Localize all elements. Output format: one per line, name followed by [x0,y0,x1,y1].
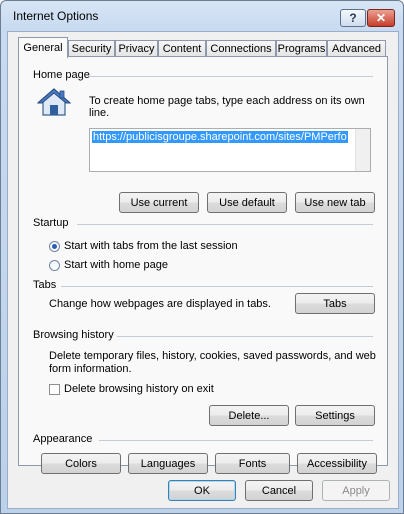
house-icon [37,88,71,116]
delete-on-exit-checkbox[interactable] [49,384,60,395]
internet-options-window: Internet Options ? ✕ General Security Pr… [0,0,404,514]
general-tab-panel: Home page To create home page tabs, type… [18,56,388,474]
browsing-history-group-label: Browsing history [33,329,114,341]
tab-security[interactable]: Security [68,40,115,57]
browsing-history-description-line1: Delete temporary files, history, cookies… [49,350,376,362]
startup-divider [77,224,373,225]
languages-button[interactable]: Languages [128,453,208,474]
home-page-description: To create home page tabs, type each addr… [89,95,365,119]
tabs-description: Change how webpages are displayed in tab… [49,298,271,310]
startup-home-page-radio[interactable] [49,260,60,271]
history-settings-button[interactable]: Settings [295,405,375,426]
startup-last-session-radio[interactable] [49,241,60,252]
dialog-client-area: General Security Privacy Content Connect… [7,31,399,509]
home-page-divider [89,76,373,77]
cancel-button[interactable]: Cancel [245,480,313,501]
use-default-button[interactable]: Use default [207,192,287,213]
delete-on-exit-label[interactable]: Delete browsing history on exit [64,383,214,395]
window-title: Internet Options [13,9,99,23]
startup-last-session-label[interactable]: Start with tabs from the last session [64,240,238,252]
home-page-url-field[interactable]: https://publicisgroupe.sharepoint.com/si… [89,128,371,172]
tab-advanced[interactable]: Advanced [327,40,386,57]
colors-button[interactable]: Colors [41,453,121,474]
tab-connections[interactable]: Connections [206,40,276,57]
tab-programs[interactable]: Programs [276,40,327,57]
url-field-scrollbar[interactable] [355,129,370,171]
close-button[interactable]: ✕ [367,9,395,27]
appearance-group-label: Appearance [33,433,93,445]
tab-privacy[interactable]: Privacy [115,40,158,57]
use-current-button[interactable]: Use current [119,192,199,213]
use-new-tab-button[interactable]: Use new tab [295,192,375,213]
accessibility-button[interactable]: Accessibility [297,453,377,474]
startup-home-page-label[interactable]: Start with home page [64,259,168,271]
help-icon: ? [349,11,357,25]
tab-general[interactable]: General [18,37,68,58]
home-page-url-value: https://publicisgroupe.sharepoint.com/si… [92,131,348,143]
home-page-group-label: Home page [33,69,90,81]
startup-group-label: Startup [33,217,69,229]
delete-history-button[interactable]: Delete... [209,405,289,426]
browsing-history-divider [117,336,373,337]
apply-button[interactable]: Apply [322,480,390,501]
tabs-settings-button[interactable]: Tabs [295,293,375,314]
close-icon: ✕ [375,11,387,25]
tabs-group-label: Tabs [33,279,57,291]
fonts-button[interactable]: Fonts [215,453,290,474]
help-button[interactable]: ? [340,9,366,27]
tab-content[interactable]: Content [158,40,206,57]
browsing-history-description-line2: form information. [49,363,132,375]
tabs-divider [61,286,373,287]
appearance-divider [99,440,373,441]
ok-button[interactable]: OK [168,480,236,501]
